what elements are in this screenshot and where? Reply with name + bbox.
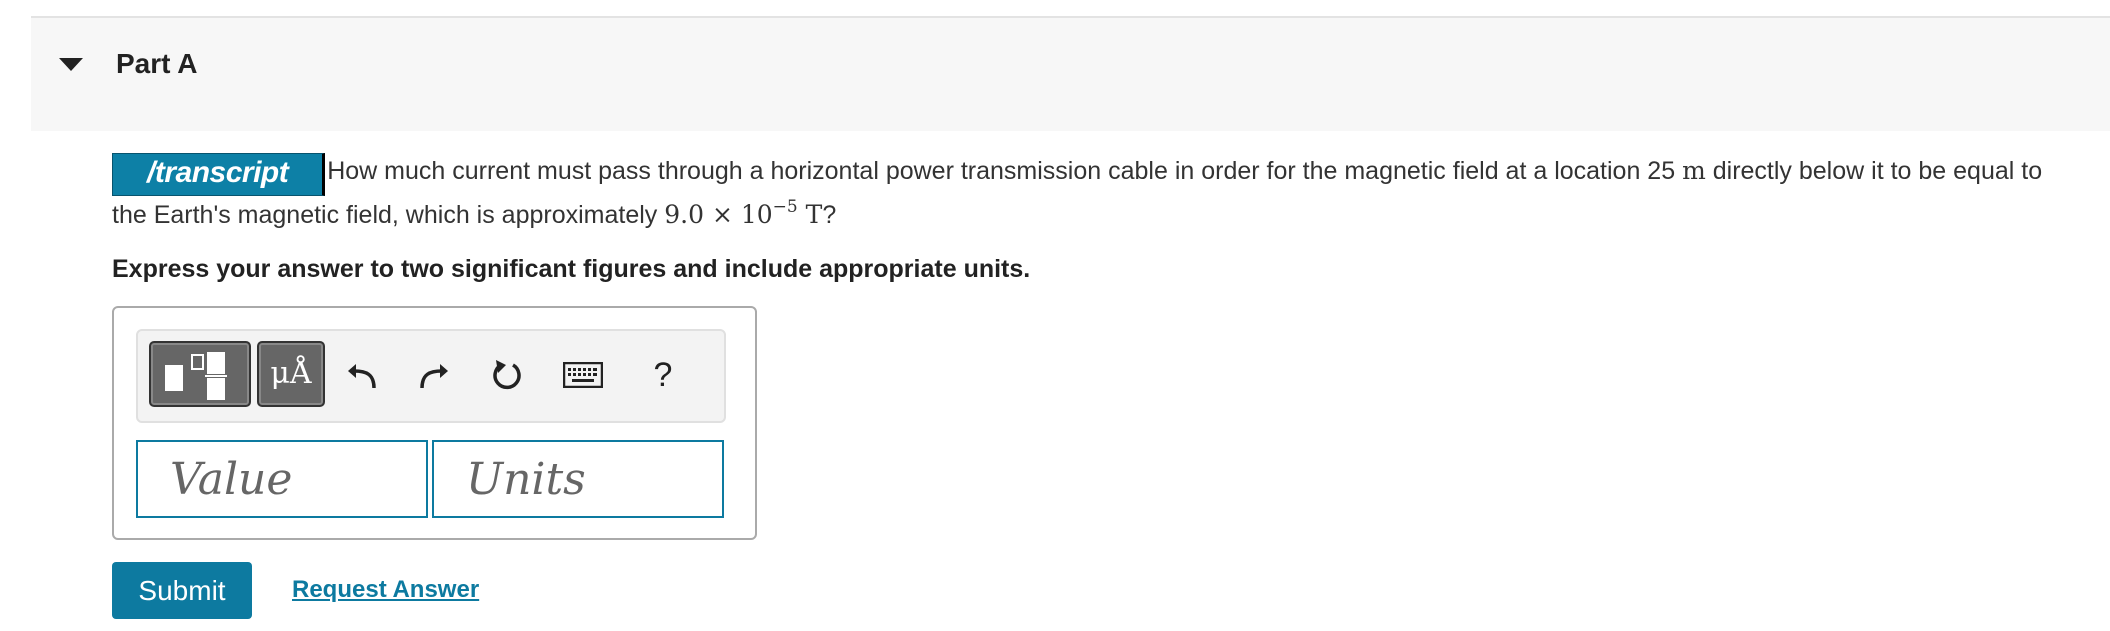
- unit-meters: m: [1682, 156, 1706, 185]
- help-button[interactable]: ?: [638, 347, 688, 403]
- value-field[interactable]: [136, 440, 428, 518]
- part-title: Part A: [116, 48, 198, 79]
- math-toolbar: μÅ ?: [136, 329, 726, 423]
- redo-button[interactable]: [408, 347, 458, 403]
- part-header[interactable]: Part A: [31, 18, 2110, 131]
- collapse-caret-icon[interactable]: [59, 58, 83, 71]
- field-exponent: −5: [772, 197, 798, 217]
- keyboard-button[interactable]: [558, 347, 608, 403]
- undo-button[interactable]: [338, 347, 388, 403]
- instruction-text: Express your answer to two significant f…: [112, 255, 1031, 283]
- units-input[interactable]: [434, 442, 722, 516]
- templates-button[interactable]: [149, 341, 251, 407]
- redo-icon: [420, 364, 448, 389]
- question-part-1: How much current must pass through a hor…: [327, 157, 1683, 185]
- submit-button[interactable]: Submit: [112, 562, 252, 619]
- units-icon: μÅ: [270, 356, 312, 391]
- answer-box: μÅ ? Value Units: [112, 306, 757, 540]
- reset-button[interactable]: [482, 347, 532, 403]
- units-button[interactable]: μÅ: [257, 341, 325, 407]
- field-mantissa: 9.0 × 10: [664, 200, 773, 229]
- question-text: /transcript How much current must pass th…: [112, 152, 2047, 234]
- keyboard-icon: [563, 362, 603, 388]
- transcript-badge-label: transcript: [154, 156, 289, 189]
- field-value: 9.0 × 10−5 T: [664, 197, 823, 230]
- reset-icon: [493, 360, 521, 390]
- value-input[interactable]: [138, 442, 426, 516]
- transcript-badge[interactable]: /transcript: [112, 153, 326, 196]
- field-unit: T: [797, 200, 823, 229]
- help-icon: ?: [653, 355, 673, 394]
- units-field[interactable]: [432, 440, 724, 518]
- undo-icon: [348, 364, 376, 389]
- question-end: ?: [822, 201, 837, 229]
- request-answer-link[interactable]: Request Answer: [292, 576, 479, 604]
